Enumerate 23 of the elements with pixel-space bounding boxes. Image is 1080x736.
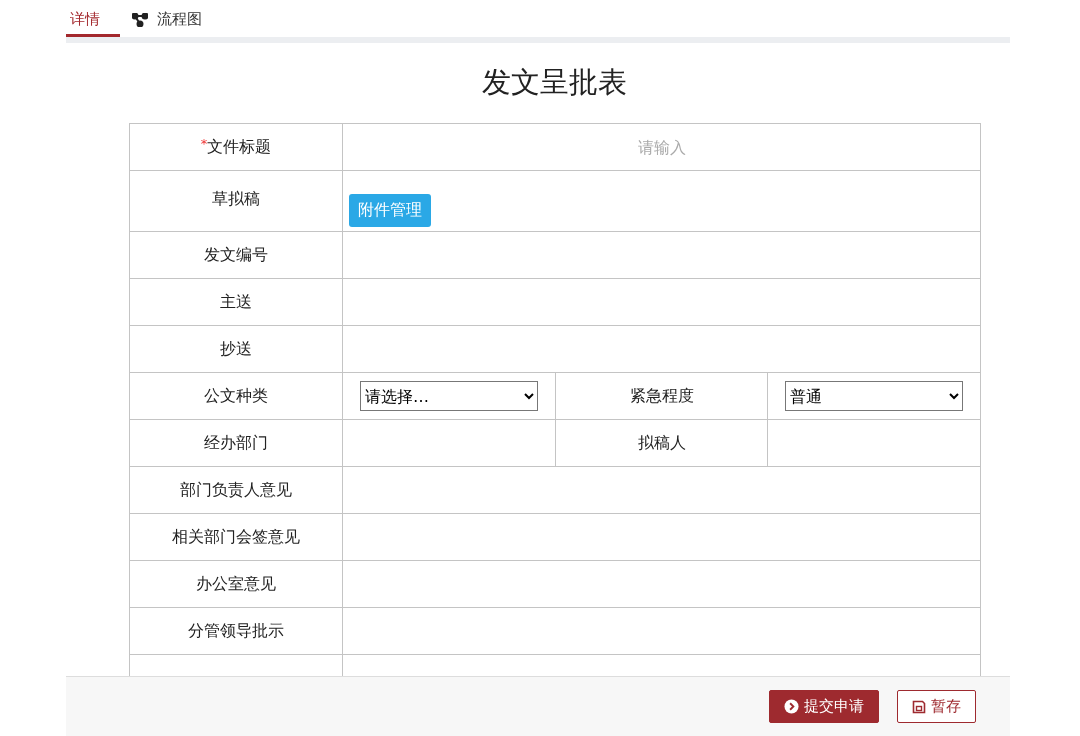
field-label-text: 主送 — [220, 291, 252, 313]
tab[interactable]: 流程图 — [128, 8, 206, 37]
submit-button[interactable]: 提交申请 — [769, 690, 879, 723]
save-draft-button[interactable]: 暂存 — [897, 690, 976, 723]
field-label-text: 分管领导批示 — [188, 620, 284, 642]
field-label-text: 文件标题 — [207, 136, 272, 158]
field-label-text: 部门负责人意见 — [180, 479, 292, 501]
select-field[interactable]: 请选择… — [360, 381, 538, 411]
form-title: 发文呈批表 — [480, 64, 628, 101]
field-label-text: 办公室意见 — [196, 573, 276, 595]
required-mark: * — [200, 136, 208, 151]
field-label: 拟稿人 — [556, 420, 768, 467]
field-label-text: 相关部门会签意见 — [172, 526, 300, 548]
diagram-icon — [132, 12, 148, 27]
field-label: 经办部门 — [130, 420, 343, 467]
arrow-circle-icon — [784, 699, 799, 714]
field-label-text: 抄送 — [220, 338, 252, 360]
text-input[interactable]: 请输入 — [343, 123, 980, 171]
select-field[interactable]: 普通 — [785, 381, 963, 411]
field-label: 紧急程度 — [556, 373, 768, 420]
field-label-text: 草拟稿 — [212, 189, 260, 210]
field-label-text: 发文编号 — [204, 244, 268, 266]
field-label: 公文种类 — [130, 373, 343, 420]
